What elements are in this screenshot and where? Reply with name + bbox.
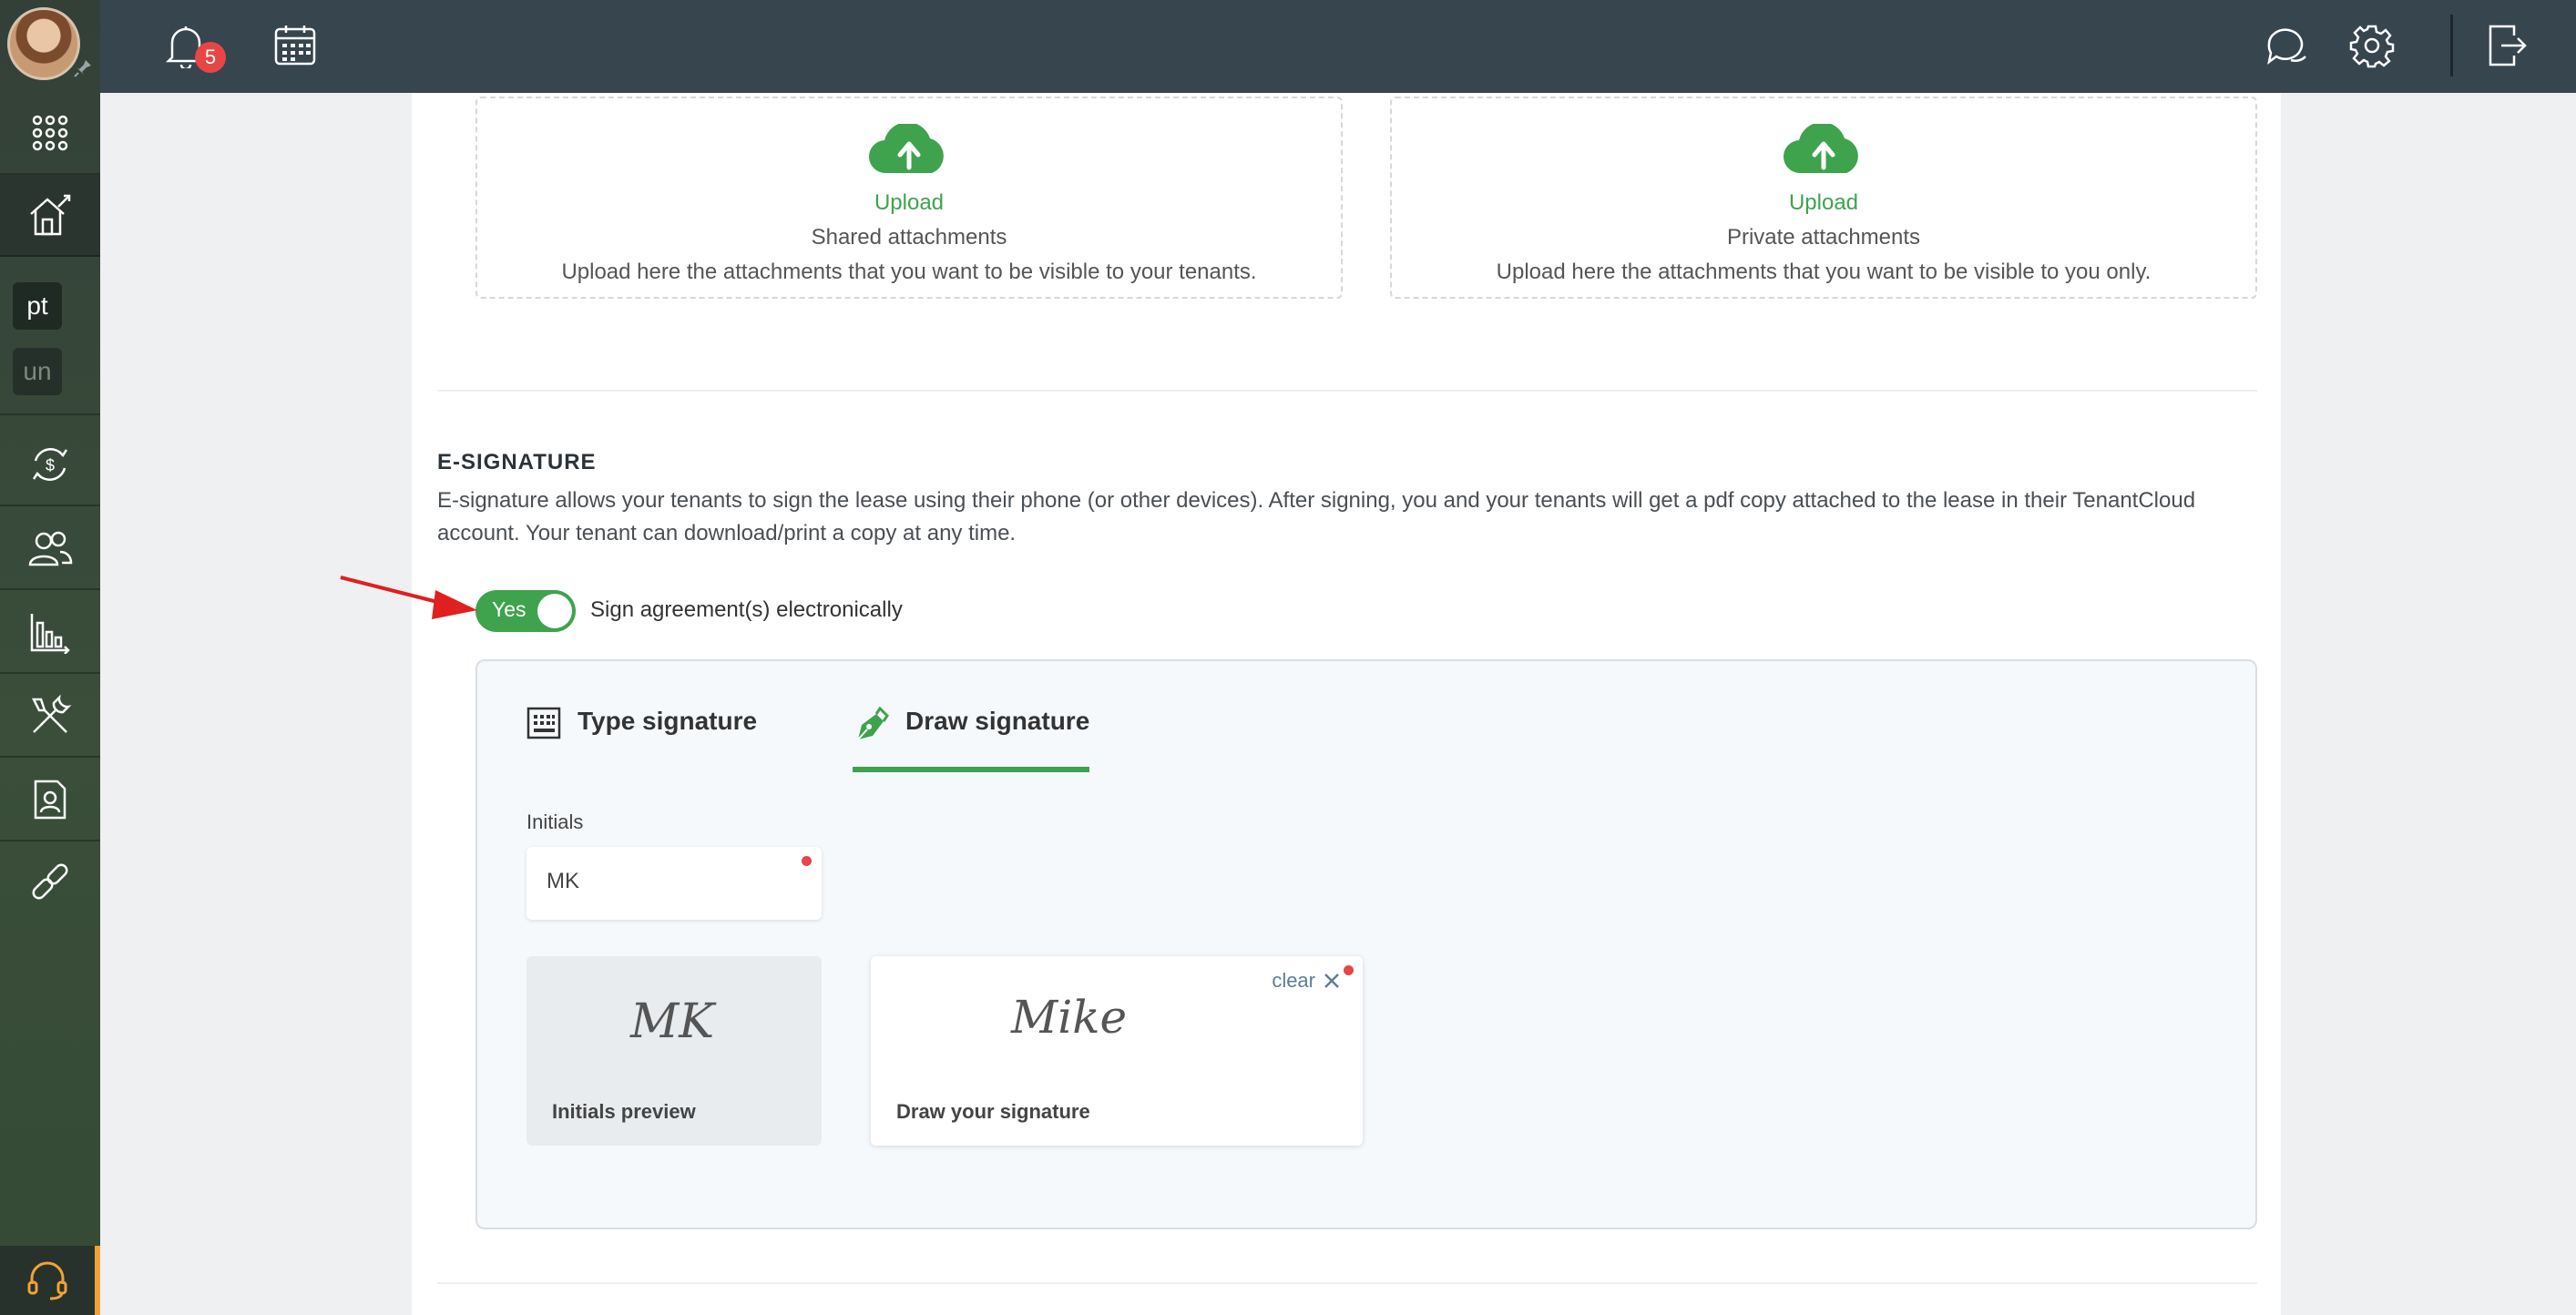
payments-icon: $	[32, 448, 68, 481]
chat-icon	[2267, 28, 2306, 65]
toggle-knob	[537, 594, 572, 628]
keyboard-icon	[526, 707, 561, 739]
sidebar-item-people[interactable]	[0, 508, 100, 590]
shared-attachments-upload[interactable]: Upload Shared attachments Upload here th…	[475, 97, 1343, 299]
top-bar: 5	[100, 0, 2576, 93]
gear-icon	[2349, 25, 2395, 68]
private-attachments-upload[interactable]: Upload Private attachments Upload here t…	[1390, 97, 2257, 299]
required-indicator	[1344, 965, 1354, 975]
upload-description: Upload here the attachments that you wan…	[561, 260, 1257, 284]
draw-signature-canvas[interactable]: clear Mike Draw your signature	[871, 956, 1363, 1146]
tab-type-signature[interactable]: Type signature	[526, 707, 757, 767]
esignature-toggle[interactable]: Yes	[475, 590, 576, 632]
logout-icon	[2489, 25, 2527, 66]
clear-label: clear	[1272, 969, 1315, 992]
contact-card-icon	[34, 780, 66, 820]
initials-preview-box: MK Initials preview	[526, 956, 822, 1146]
draw-signature-caption: Draw your signature	[896, 1100, 1090, 1123]
drawn-signature: Mike	[1011, 991, 1128, 1044]
support-button[interactable]	[0, 1246, 100, 1315]
initials-preview-signature: MK	[630, 994, 715, 1049]
upload-subtitle: Private attachments	[1726, 225, 1921, 250]
sidebar-item-payments[interactable]: $	[0, 424, 100, 506]
logout-button[interactable]	[2481, 20, 2532, 71]
sidebar: pt un $	[0, 0, 100, 1315]
initials-input[interactable]: MK	[526, 847, 822, 920]
tab-type-label: Type signature	[578, 707, 758, 735]
cloud-upload-icon	[868, 122, 944, 174]
calendar-button[interactable]	[270, 20, 321, 71]
notification-count-badge: 5	[195, 42, 226, 73]
sidebar-item-maintenance[interactable]	[0, 676, 100, 758]
esignature-description: E-signature allows your tenants to sign …	[437, 488, 2196, 545]
tab-draw-label: Draw signature	[905, 707, 1090, 735]
upload-title: Upload	[1788, 190, 1859, 215]
topbar-divider	[2450, 15, 2453, 76]
user-avatar[interactable]	[7, 7, 80, 80]
sidebar-item-un[interactable]: un	[0, 333, 100, 415]
section-divider	[437, 1282, 2257, 1284]
maintenance-icon	[31, 694, 72, 733]
apps-grid-icon	[32, 115, 68, 151]
headset-icon	[27, 1261, 67, 1300]
cloud-upload-icon	[1783, 122, 1858, 174]
toggle-description: Sign agreement(s) electronically	[590, 597, 903, 622]
clear-signature-button[interactable]: clear	[1272, 969, 1341, 993]
upload-description: Upload here the attachments that you wan…	[1496, 260, 2152, 284]
pen-icon	[857, 707, 889, 740]
sidebar-item-contacts[interactable]	[0, 759, 100, 841]
link-icon	[32, 863, 68, 900]
upload-title: Upload	[874, 190, 945, 215]
workspace-badge-un: un	[13, 348, 62, 395]
sidebar-item-properties[interactable]	[0, 175, 100, 257]
initials-label: Initials	[526, 810, 584, 833]
sidebar-item-apps[interactable]	[0, 93, 100, 175]
tab-draw-signature[interactable]: Draw signature	[853, 707, 1090, 772]
close-icon	[1324, 974, 1339, 988]
lease-form-card: Upload Shared attachments Upload here th…	[412, 93, 2281, 1315]
reports-icon	[30, 614, 70, 654]
section-divider	[437, 390, 2257, 392]
people-icon	[28, 531, 73, 566]
signature-panel: Type signature Draw signature Initials M…	[475, 659, 2257, 1229]
pin-icon[interactable]	[73, 58, 93, 78]
esignature-heading: E-SIGNATURE	[437, 450, 597, 474]
workspace-badge-pt: pt	[13, 282, 62, 330]
sidebar-item-link[interactable]	[0, 843, 100, 923]
sidebar-item-reports[interactable]	[0, 592, 100, 674]
properties-icon	[30, 194, 71, 236]
settings-button[interactable]	[2346, 20, 2397, 71]
initials-preview-caption: Initials preview	[552, 1100, 696, 1123]
required-indicator	[802, 856, 812, 866]
annotation-arrow-icon	[340, 576, 477, 619]
calendar-icon	[274, 25, 316, 66]
toggle-label: Yes	[492, 597, 526, 621]
svg-text:$: $	[46, 456, 55, 474]
chat-button[interactable]	[2261, 20, 2312, 71]
upload-subtitle: Shared attachments	[811, 225, 1007, 250]
